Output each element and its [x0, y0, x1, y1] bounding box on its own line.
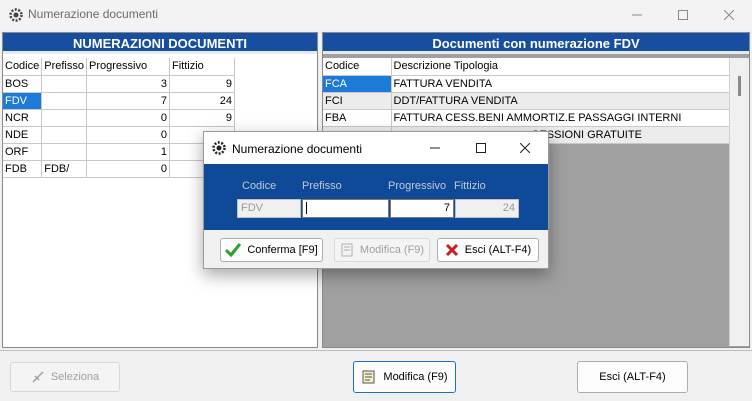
cell-prefisso[interactable] [41, 109, 87, 127]
progressivo-input[interactable]: 7 [390, 199, 454, 218]
cell-codice[interactable]: NDE [3, 126, 43, 144]
column-header[interactable]: Descrizione Tipologia [391, 58, 730, 76]
dialog-close-button[interactable] [502, 132, 548, 164]
column-header[interactable]: Codice [3, 58, 43, 76]
gear-icon [212, 141, 226, 155]
codice-label: Codice [242, 180, 277, 192]
modifica-label: Modifica (F9) [383, 371, 448, 383]
table-row[interactable]: FBA FATTURA CESS.BENI AMMORTIZ.E PASSAGG… [323, 109, 730, 127]
text-cursor [306, 202, 307, 215]
prefisso-input[interactable] [302, 199, 389, 218]
bottom-toolbar: Seleziona Modifica (F9) Esci (ALT-F4) [0, 350, 752, 401]
table-row[interactable]: NCR 0 9 [3, 109, 235, 127]
conferma-button[interactable]: Conferma [F9] [220, 238, 323, 262]
window-titlebar: Numerazione documenti [0, 0, 752, 30]
minimize-button[interactable] [614, 0, 660, 30]
dialog-esci-button[interactable]: Esci (ALT-F4) [437, 238, 539, 262]
progressivo-label: Progressivo [388, 180, 447, 192]
checkmark-icon [225, 243, 242, 257]
pointer-icon [32, 371, 44, 383]
dialog-modifica-button[interactable]: Modifica (F9) [334, 238, 430, 262]
dialog-titlebar: Numerazione documenti [204, 132, 548, 164]
cell-fittizio[interactable]: 9 [169, 109, 235, 127]
maximize-icon [678, 10, 688, 20]
table-row[interactable]: FCI DDT/FATTURA VENDITA [323, 92, 730, 110]
cell-prefisso[interactable] [41, 92, 87, 110]
cell-progressivo[interactable]: 1 [86, 143, 170, 161]
dialog-maximize-button[interactable] [458, 132, 504, 164]
numerazioni-table: Codice Prefisso Progressivo Fittizio BOS… [3, 58, 235, 178]
table-row[interactable]: FDV 7 24 [3, 92, 235, 110]
seleziona-button[interactable]: Seleziona [10, 362, 120, 392]
vertical-scrollbar[interactable] [729, 58, 749, 346]
esci-button[interactable]: Esci (ALT-F4) [577, 361, 688, 393]
maximize-icon [476, 143, 486, 153]
prefisso-label: Prefisso [302, 180, 342, 192]
table-row[interactable]: ORF 1 [3, 143, 235, 161]
cell-codice[interactable]: NCR [3, 109, 43, 127]
cell-codice[interactable]: FCA [323, 75, 392, 93]
cell-progressivo[interactable]: 7 [86, 92, 170, 110]
cell-codice[interactable]: FDV [3, 92, 43, 110]
cell-codice[interactable]: ORF [3, 143, 43, 161]
cell-progressivo[interactable]: 0 [86, 126, 170, 144]
dialog-minimize-button[interactable] [412, 132, 458, 164]
minimize-icon [430, 147, 440, 149]
codice-field: FDV [237, 199, 301, 218]
cell-descrizione[interactable]: FATTURA CESS.BENI AMMORTIZ.E PASSAGGI IN… [391, 109, 730, 127]
conferma-label: Conferma [F9] [247, 244, 318, 256]
gear-icon [9, 8, 23, 22]
esci-label: Esci (ALT-F4) [599, 371, 666, 383]
column-header[interactable]: Progressivo [86, 58, 170, 76]
documenti-header: Documenti con numerazione FDV [323, 33, 749, 54]
cell-progressivo[interactable]: 0 [86, 160, 170, 178]
cell-progressivo[interactable]: 3 [86, 75, 170, 93]
cell-codice[interactable]: BOS [3, 75, 43, 93]
cell-descrizione[interactable]: DDT/FATTURA VENDITA [391, 92, 730, 110]
cell-codice[interactable]: FCI [323, 92, 392, 110]
close-icon [520, 143, 530, 153]
column-header[interactable]: Prefisso [41, 58, 87, 76]
notepad-icon [362, 370, 375, 384]
dialog-title: Numerazione documenti [232, 142, 363, 156]
dialog-form-area: Codice Prefisso Progressivo Fittizio FDV… [204, 164, 548, 230]
table-row[interactable]: FCA FATTURA VENDITA [323, 75, 730, 93]
cell-prefisso[interactable] [41, 126, 87, 144]
seleziona-label: Seleziona [50, 371, 100, 383]
cell-descrizione[interactable]: FATTURA VENDITA [391, 75, 730, 93]
fittizio-label: Fittizio [454, 180, 486, 192]
scrollbar-thumb[interactable] [738, 76, 741, 96]
table-row[interactable]: FDB FDB/ 0 [3, 160, 235, 178]
cell-progressivo[interactable]: 0 [86, 109, 170, 127]
table-header-row: Codice Prefisso Progressivo Fittizio [3, 58, 235, 76]
column-header[interactable]: Fittizio [169, 58, 235, 76]
numerazione-dialog: Numerazione documenti Codice Prefisso Pr… [203, 131, 549, 269]
fittizio-field: 24 [455, 199, 519, 218]
maximize-button[interactable] [660, 0, 706, 30]
cell-codice[interactable]: FBA [323, 109, 392, 127]
cell-fittizio[interactable]: 9 [169, 75, 235, 93]
cell-prefisso[interactable] [41, 143, 87, 161]
red-x-icon [445, 243, 458, 257]
cell-prefisso[interactable] [41, 75, 87, 93]
modifica-button[interactable]: Modifica (F9) [353, 361, 456, 393]
minimize-icon [632, 14, 642, 16]
column-header[interactable]: Codice [323, 58, 392, 76]
cell-prefisso[interactable]: FDB/ [41, 160, 87, 178]
table-header-row: Codice Descrizione Tipologia [323, 58, 730, 76]
window-title: Numerazione documenti [28, 7, 159, 21]
close-icon [724, 10, 734, 20]
notepad-icon [341, 243, 353, 257]
cell-fittizio[interactable]: 24 [169, 92, 235, 110]
table-row[interactable]: NDE 0 [3, 126, 235, 144]
table-row[interactable]: BOS 3 9 [3, 75, 235, 93]
dialog-modifica-label: Modifica (F9) [359, 244, 425, 256]
cell-codice[interactable]: FDB [3, 160, 43, 178]
close-button[interactable] [706, 0, 752, 30]
dialog-esci-label: Esci (ALT-F4) [464, 244, 532, 256]
numerazioni-header: NUMERAZIONI DOCUMENTI [3, 33, 317, 54]
